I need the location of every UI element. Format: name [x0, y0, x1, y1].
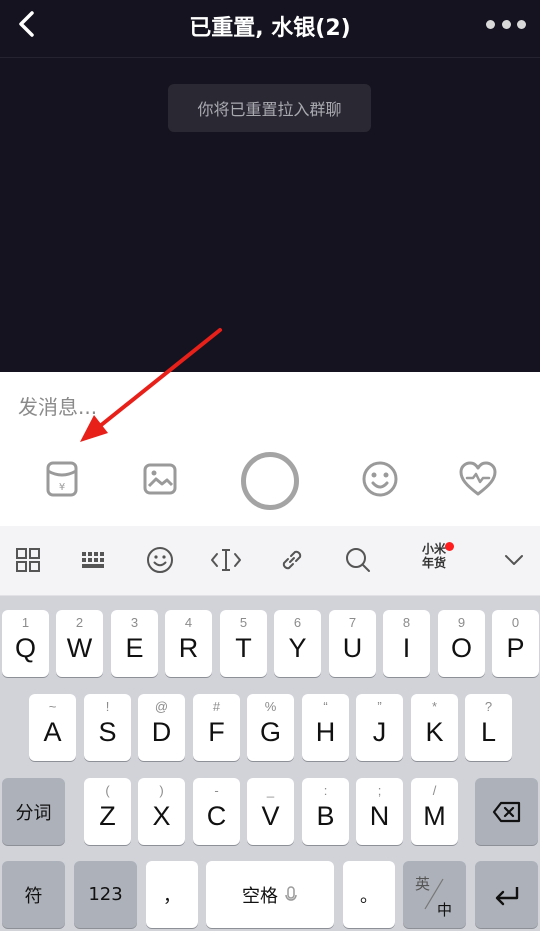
microphone-icon: [285, 885, 297, 901]
key-e[interactable]: 3E: [111, 610, 158, 677]
heart-button[interactable]: [456, 450, 500, 508]
key-i[interactable]: 8I: [383, 610, 430, 677]
image-button[interactable]: [138, 450, 182, 508]
key-t[interactable]: 5T: [220, 610, 267, 677]
key-f[interactable]: # F: [193, 694, 240, 761]
comma-key[interactable]: ，: [146, 861, 198, 928]
backspace-key[interactable]: [475, 778, 538, 845]
key-d[interactable]: @ D: [138, 694, 185, 761]
red-packet-button[interactable]: ¥: [40, 450, 84, 508]
key-k[interactable]: * K: [411, 694, 458, 761]
key-z[interactable]: (Z: [84, 778, 131, 845]
keyboard: 1Q 2W 3E 4R 5T 6Y 7U 8I 9O 0P ~ A ! S @ D #…: [0, 596, 540, 931]
collapse-button[interactable]: [494, 542, 534, 578]
keyboard-button[interactable]: [74, 542, 114, 578]
message-input[interactable]: [18, 392, 518, 422]
link-icon: [282, 550, 302, 570]
key-l[interactable]: ? L: [465, 694, 512, 761]
svg-text:¥: ¥: [59, 482, 65, 493]
notification-dot: [445, 542, 454, 551]
key-r[interactable]: 4R: [165, 610, 212, 677]
smiley-button[interactable]: [140, 542, 180, 578]
heart-icon: [459, 461, 497, 496]
segment-key[interactable]: 分词: [2, 778, 65, 845]
key-w[interactable]: 2W: [56, 610, 103, 677]
key-o[interactable]: 9O: [438, 610, 485, 677]
symbol-key[interactable]: 符: [2, 861, 65, 928]
space-key[interactable]: 空格: [206, 861, 334, 928]
grid-icon: [16, 548, 40, 572]
keyboard-toolbar: 小米 年货: [0, 526, 540, 596]
enter-icon: [495, 886, 518, 905]
key-n[interactable]: ; N: [356, 778, 403, 845]
key-y[interactable]: 6Y: [274, 610, 321, 677]
key-q[interactable]: 1Q: [2, 610, 49, 677]
key-s[interactable]: ! S: [84, 694, 131, 761]
slash-divider: [424, 878, 444, 910]
lang-bottom: 中: [437, 901, 453, 919]
chat-header: 已重置, 水银(2): [0, 0, 540, 58]
number-key[interactable]: 123: [74, 861, 137, 928]
key-x[interactable]: ) X: [138, 778, 185, 845]
keyboard-icon: [82, 552, 104, 568]
promo-badge[interactable]: 小米 年货: [412, 542, 456, 578]
chat-title: 已重置, 水银(2): [189, 16, 351, 41]
image-icon: [143, 463, 177, 495]
enter-key[interactable]: [475, 861, 538, 928]
record-button[interactable]: [241, 452, 299, 510]
more-button[interactable]: [486, 14, 526, 34]
emoji-button[interactable]: [358, 450, 402, 508]
chat-area: 已重置, 水银(2) 你将已重置拉入群聊: [0, 0, 540, 372]
cursor-icon: [211, 549, 241, 571]
key-u[interactable]: 7U: [329, 610, 376, 677]
period-key[interactable]: 。: [343, 861, 395, 928]
key-g[interactable]: % G: [247, 694, 294, 761]
system-message: 你将已重置拉入群聊: [168, 84, 371, 132]
chevron-down-icon: [505, 555, 523, 565]
key-m[interactable]: / M: [411, 778, 458, 845]
key-j[interactable]: ” J: [356, 694, 403, 761]
cursor-button[interactable]: [206, 542, 246, 578]
search-icon: [346, 548, 370, 572]
promo-line2: 年货: [421, 556, 446, 570]
emoji-icon: [362, 461, 398, 497]
backspace-icon: [492, 801, 520, 822]
grid-button[interactable]: [8, 542, 48, 578]
key-p[interactable]: 0P: [492, 610, 539, 677]
key-v[interactable]: _ V: [247, 778, 294, 845]
key-b[interactable]: :B: [302, 778, 349, 845]
language-switch-key[interactable]: 英 中: [403, 861, 466, 928]
search-button[interactable]: [338, 542, 378, 578]
composer-panel: ¥: [0, 372, 540, 526]
smiley-icon: [147, 547, 173, 573]
key-a[interactable]: ~ A: [29, 694, 76, 761]
key-c[interactable]: -C: [193, 778, 240, 845]
link-button[interactable]: [272, 542, 312, 578]
red-packet-icon: ¥: [46, 461, 78, 497]
key-h[interactable]: “H: [302, 694, 349, 761]
more-dots-icon: [486, 19, 495, 29]
